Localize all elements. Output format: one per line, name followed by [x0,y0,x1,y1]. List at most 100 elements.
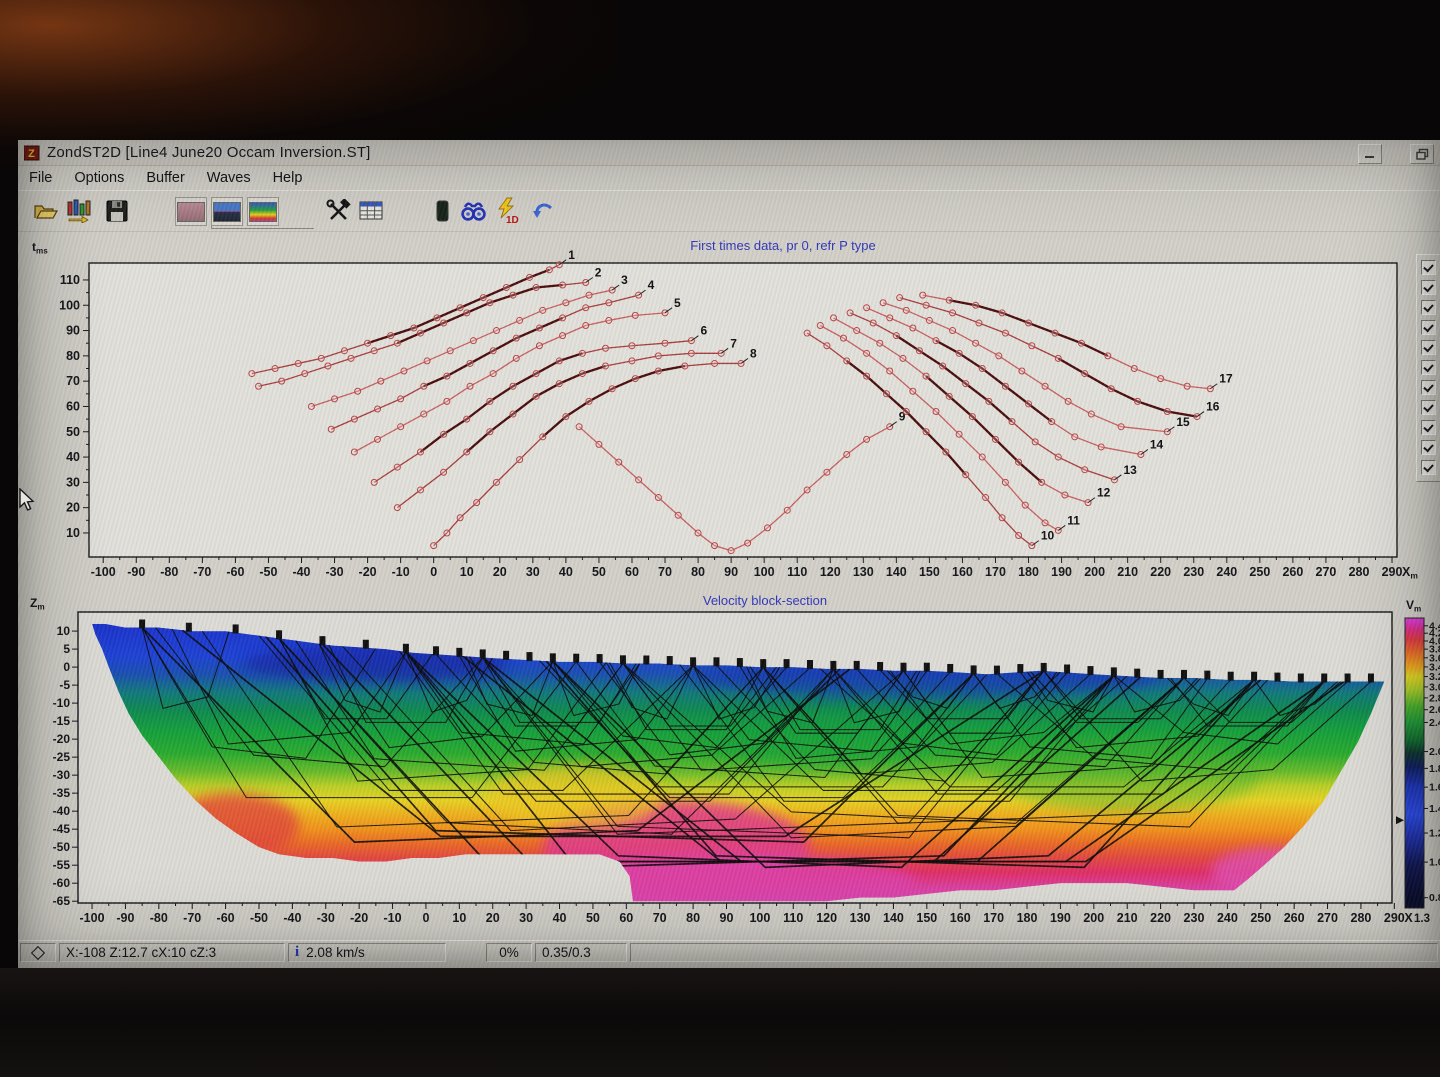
curve-checkbox[interactable] [1421,380,1436,395]
svg-text:-30: -30 [326,565,344,579]
battery-button[interactable] [428,197,458,224]
screen: Z ZondST2D [Line4 June20 Occam Inversion… [18,140,1440,968]
svg-text:90: 90 [720,911,734,925]
curve-checkbox[interactable] [1421,260,1436,275]
fit-bars-icon [66,199,92,223]
svg-text:110: 110 [60,273,80,287]
svg-text:17: 17 [1219,372,1233,386]
svg-text:15: 15 [1176,415,1190,429]
svg-text:-20: -20 [359,565,377,579]
floppy-icon [106,200,128,222]
svg-text:230: 230 [1184,911,1205,925]
svg-text:-60: -60 [226,565,244,579]
svg-text:200: 200 [1083,911,1104,925]
svg-text:10: 10 [452,911,466,925]
svg-text:20: 20 [493,565,507,579]
save-button[interactable] [102,197,132,224]
open-file-button[interactable] [31,197,61,224]
svg-text:X: X [1404,911,1413,925]
svg-text:1.3: 1.3 [1414,913,1430,925]
svg-text:2.6: 2.6 [1429,704,1440,716]
svg-text:2.8: 2.8 [1429,692,1440,704]
status-progress: 0% [486,943,532,962]
svg-text:80: 80 [691,565,705,579]
svg-text:70: 70 [66,374,80,388]
svg-text:-10: -10 [392,565,410,579]
velocity-section-chart[interactable]: Velocity block-section-100-90-80-70-60-5… [18,595,1440,940]
svg-text:30: 30 [519,911,533,925]
svg-text:280: 280 [1351,911,1372,925]
fit-parameters-button[interactable] [64,197,94,224]
battery-icon [435,199,451,223]
svg-text:4: 4 [648,278,655,292]
table-button[interactable] [356,197,386,224]
first-times-chart[interactable]: First times data, pr 0, refr P type-100-… [18,235,1440,587]
svg-text:-40: -40 [292,565,310,579]
curve-checkbox[interactable] [1421,460,1436,475]
svg-text:-5: -5 [59,678,70,692]
svg-text:-80: -80 [150,911,168,925]
svg-text:-40: -40 [283,911,301,925]
menu-options[interactable]: Options [63,168,135,188]
tools-button[interactable] [324,197,354,224]
svg-text:60: 60 [625,565,639,579]
curve-checkbox[interactable] [1421,320,1436,335]
svg-text:90: 90 [724,565,738,579]
button-group-line [211,226,314,229]
menu-file[interactable]: File [18,168,63,188]
view-section-button[interactable] [211,197,243,226]
status-spacer [449,943,483,962]
svg-text:150: 150 [916,911,937,925]
curve-checkbox[interactable] [1421,400,1436,415]
svg-text:12: 12 [1097,486,1111,500]
svg-text:30: 30 [66,475,80,489]
svg-text:3: 3 [621,273,628,287]
svg-text:50: 50 [592,565,606,579]
restore-button[interactable] [1410,144,1434,164]
svg-text:50: 50 [586,911,600,925]
window-title: ZondST2D [Line4 June20 Occam Inversion.S… [47,144,371,161]
svg-text:1D: 1D [506,215,519,224]
status-mode-panel [20,943,56,962]
menu-help[interactable]: Help [262,168,314,188]
menu-waves[interactable]: Waves [196,168,262,188]
svg-text:140: 140 [886,565,907,579]
svg-text:120: 120 [816,911,837,925]
svg-text:260: 260 [1284,911,1305,925]
svg-text:80: 80 [66,349,80,363]
svg-text:110: 110 [783,911,803,925]
app-icon: Z [24,145,40,161]
svg-text:-40: -40 [53,804,71,818]
undo-button[interactable] [528,197,558,224]
svg-text:-35: -35 [53,786,71,800]
svg-text:210: 210 [1117,911,1138,925]
mouse-cursor [18,488,36,514]
curve-checkbox[interactable] [1421,340,1436,355]
svg-text:2: 2 [595,265,602,279]
svg-text:5: 5 [63,642,70,656]
curve-checkbox[interactable] [1421,360,1436,375]
svg-text:5: 5 [674,296,681,310]
inversion-1d-button[interactable]: 1D [492,197,522,224]
view-model-button[interactable] [247,197,279,226]
curve-checkbox[interactable] [1421,440,1436,455]
curve-checkbox[interactable] [1421,280,1436,295]
view-observed-button[interactable] [175,197,207,226]
svg-text:200: 200 [1084,565,1105,579]
curve-checkbox[interactable] [1421,420,1436,435]
svg-text:40: 40 [553,911,567,925]
svg-text:-90: -90 [116,911,134,925]
svg-text:-50: -50 [53,840,71,854]
menu-bar: File Options Buffer Waves Help [18,166,1440,190]
search-button[interactable] [458,197,488,224]
svg-text:-50: -50 [250,911,268,925]
svg-text:10: 10 [57,624,71,638]
menu-buffer[interactable]: Buffer [135,168,195,188]
svg-text:1.8: 1.8 [1429,763,1440,775]
svg-text:50: 50 [66,425,80,439]
svg-text:-65: -65 [53,894,71,908]
curve-checkbox[interactable] [1421,300,1436,315]
svg-text:-55: -55 [53,858,71,872]
svg-text:130: 130 [850,911,871,925]
minimize-button[interactable] [1358,144,1382,164]
